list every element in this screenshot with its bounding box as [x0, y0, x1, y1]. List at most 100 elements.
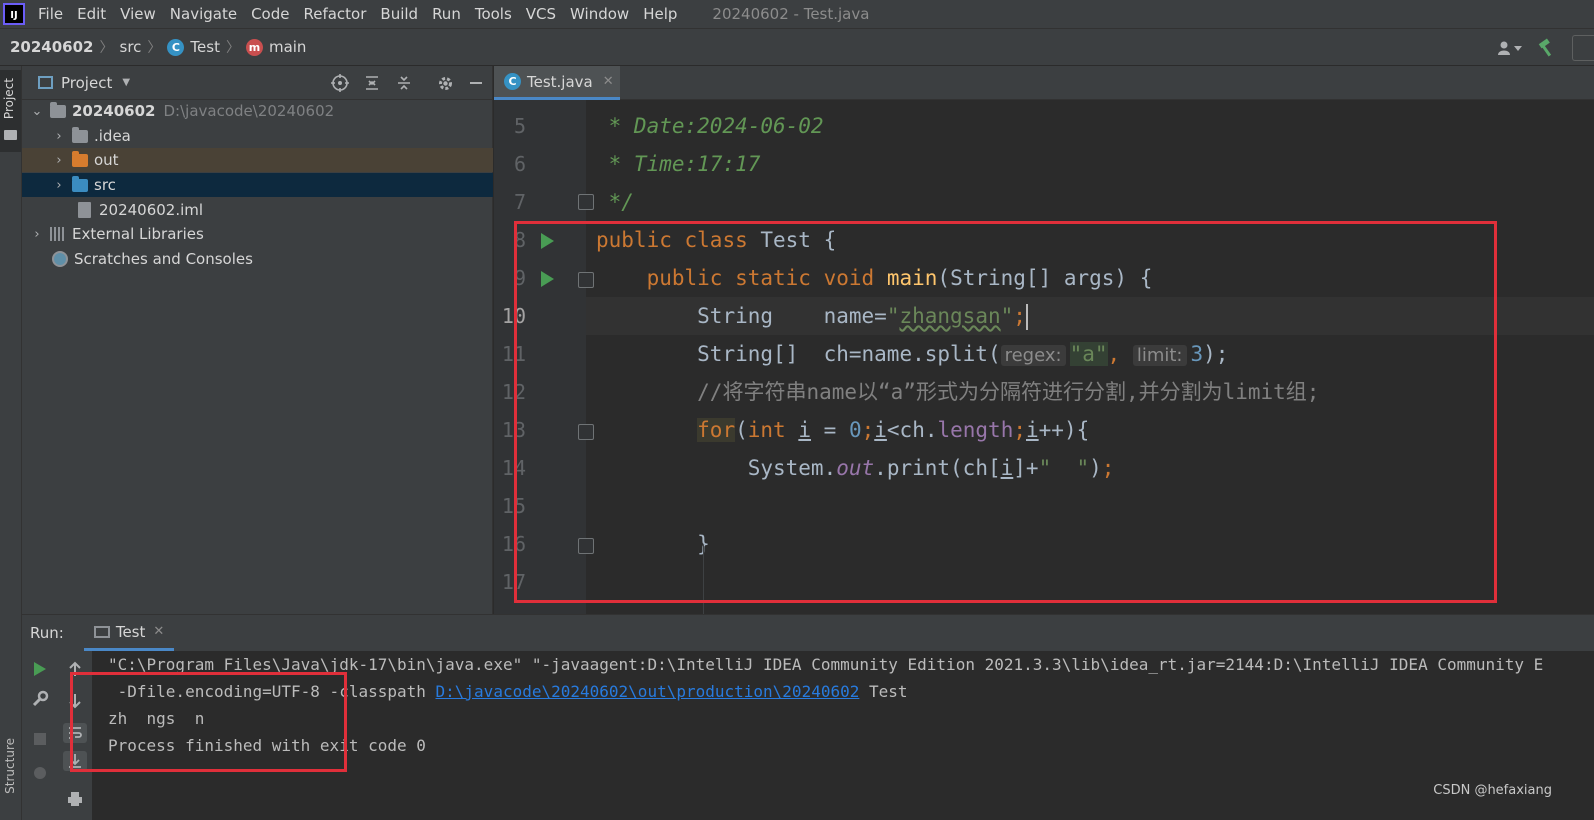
menu-help[interactable]: Help — [636, 5, 684, 23]
project-tool-window-button[interactable]: Project — [0, 70, 21, 152]
classpath-link[interactable]: D:\javacode\20240602\out\production\2024… — [436, 682, 860, 701]
close-icon[interactable]: ✕ — [153, 624, 164, 639]
tree-item-scratches[interactable]: Scratches and Consoles — [22, 247, 493, 271]
minimize-icon[interactable] — [466, 74, 486, 92]
menu-tools[interactable]: Tools — [468, 5, 519, 23]
line-number: 7 — [513, 190, 526, 214]
class-icon: C — [167, 38, 185, 56]
project-panel: Project ▼ ⌄ 20240602 D:\javacode\2024060… — [22, 66, 493, 614]
build-hammer-icon[interactable] — [1536, 37, 1558, 59]
print-icon[interactable] — [65, 789, 85, 809]
menu-navigate[interactable]: Navigate — [163, 5, 244, 23]
tab-label: Test.java — [527, 72, 593, 91]
method-icon: m — [245, 38, 263, 56]
chevron-down-icon[interactable]: ▼ — [122, 77, 130, 88]
class-icon: C — [504, 73, 521, 90]
chevron-right-icon[interactable]: › — [30, 227, 44, 242]
tree-item-label: External Libraries — [72, 225, 204, 243]
rerun-icon[interactable] — [30, 659, 50, 679]
tab-test-java[interactable]: C Test.java ✕ — [494, 66, 620, 100]
annotation-highlight-box — [514, 221, 1497, 603]
project-view-selector[interactable]: Project — [61, 74, 112, 92]
window-title: 20240602 - Test.java — [712, 5, 870, 23]
menu-view[interactable]: View — [113, 5, 163, 23]
annotation-highlight-box — [70, 672, 347, 772]
chevron-right-icon[interactable]: › — [52, 153, 66, 168]
navigation-bar: 20240602 〉 src 〉 C Test 〉 m main — [0, 28, 1594, 66]
chevron-right-icon: 〉 — [147, 40, 162, 56]
collapse-all-icon[interactable] — [394, 74, 414, 92]
breadcrumb-src[interactable]: src — [120, 38, 142, 56]
tree-item-out[interactable]: › out — [22, 148, 493, 172]
run-toolbar-left — [22, 651, 58, 820]
tree-item-label: out — [94, 151, 119, 169]
tree-item-external-libraries[interactable]: › External Libraries — [22, 222, 493, 246]
intellij-logo-icon: IJ — [3, 3, 25, 25]
menu-window[interactable]: Window — [563, 5, 636, 23]
project-view-icon — [38, 76, 53, 89]
breadcrumb-class[interactable]: C Test — [167, 38, 220, 56]
run-panel-header: Run: Test ✕ — [22, 615, 1594, 651]
breadcrumb-method-label: main — [268, 38, 307, 56]
breadcrumb-method[interactable]: m main — [245, 38, 307, 56]
gear-icon[interactable] — [435, 74, 455, 92]
run-tab-test[interactable]: Test ✕ — [83, 615, 175, 651]
menu-bar: IJ File Edit View Navigate Code Refactor… — [0, 0, 1594, 28]
module-folder-icon — [50, 101, 66, 118]
debug-settings-icon[interactable] — [30, 763, 50, 783]
libraries-icon — [50, 227, 66, 241]
file-icon — [78, 202, 91, 218]
run-panel-label: Run: — [30, 624, 64, 642]
console-icon — [93, 625, 110, 638]
code-line-6: * Time:17:17 — [596, 145, 761, 183]
close-icon[interactable]: ✕ — [603, 74, 614, 89]
menu-file[interactable]: File — [31, 5, 70, 23]
tree-root-path: D:\javacode\20240602 — [163, 102, 335, 120]
user-icon[interactable] — [1494, 38, 1526, 58]
doc-comment: * Time:17:17 — [596, 152, 761, 176]
nav-toolbar-right — [1494, 29, 1594, 67]
menu-refactor[interactable]: Refactor — [296, 5, 373, 23]
menu-build[interactable]: Build — [373, 5, 425, 23]
tree-root-project[interactable]: ⌄ 20240602 D:\javacode\20240602 — [22, 99, 493, 123]
code-line-5: * Date:2024-06-02 — [596, 107, 824, 145]
toolbar-overflow-button[interactable] — [1572, 35, 1594, 61]
fold-icon[interactable] — [578, 194, 594, 210]
console-text: Test — [859, 682, 908, 701]
folder-icon — [72, 126, 88, 143]
scratches-icon — [52, 251, 68, 267]
breadcrumb-project[interactable]: 20240602 — [10, 38, 94, 56]
tree-item-src[interactable]: › src — [22, 173, 493, 197]
menu-code[interactable]: Code — [244, 5, 296, 23]
tree-root-name: 20240602 — [72, 102, 156, 120]
chevron-down-icon[interactable]: ⌄ — [30, 104, 44, 119]
expand-all-icon[interactable] — [362, 74, 382, 92]
excluded-folder-icon — [72, 150, 88, 167]
chevron-right-icon[interactable]: › — [52, 129, 66, 144]
menu-run[interactable]: Run — [425, 5, 468, 23]
line-number: 5 — [513, 114, 526, 138]
stop-icon[interactable] — [30, 729, 50, 749]
tree-item-idea[interactable]: › .idea — [22, 124, 493, 148]
menu-vcs[interactable]: VCS — [519, 5, 563, 23]
breadcrumb-class-label: Test — [190, 38, 220, 56]
chevron-right-icon: 〉 — [99, 40, 114, 56]
project-tool-label: Project — [2, 78, 16, 120]
line-number: 6 — [513, 152, 526, 176]
chevron-right-icon[interactable]: › — [52, 178, 66, 193]
tree-item-label: .idea — [94, 127, 131, 145]
chevron-right-icon: 〉 — [225, 40, 240, 56]
tree-item-label: 20240602.iml — [99, 201, 204, 219]
editor-tab-bar: C Test.java ✕ — [494, 66, 1594, 100]
run-tab-label: Test — [115, 622, 146, 641]
locate-target-icon[interactable] — [330, 74, 350, 92]
doc-comment: */ — [596, 190, 634, 214]
watermark: CSDN @hefaxiang — [1433, 783, 1552, 798]
menu-edit[interactable]: Edit — [70, 5, 113, 23]
tree-item-iml[interactable]: 20240602.iml — [22, 198, 493, 222]
structure-tool-window-button[interactable]: Structure — [3, 738, 17, 794]
source-folder-icon — [72, 175, 88, 192]
doc-comment: * Date:2024-06-02 — [596, 114, 824, 138]
wrench-icon[interactable] — [30, 689, 50, 709]
folder-icon — [4, 130, 17, 140]
